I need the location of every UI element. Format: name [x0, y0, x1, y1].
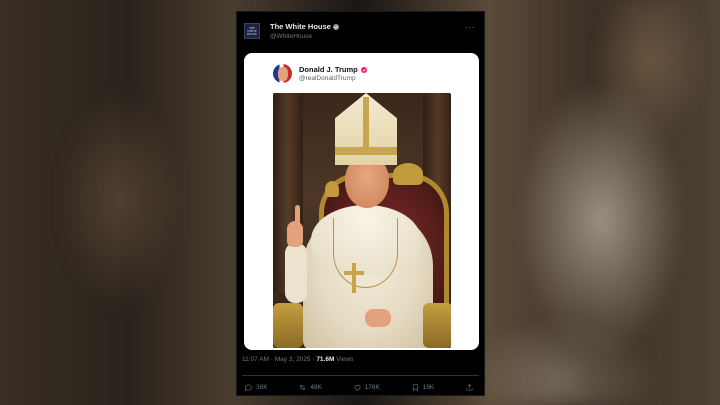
quoted-post-card[interactable]: Donald J. Trump @realDonaldTrump — [244, 53, 479, 350]
author-name[interactable]: The White House — [270, 22, 331, 31]
like-button[interactable]: 178K — [353, 383, 380, 392]
heart-icon — [354, 385, 361, 391]
divider — [242, 375, 479, 376]
bookmark-count: 19K — [422, 384, 435, 391]
like-count: 178K — [364, 384, 380, 391]
bookmark-icon — [412, 384, 418, 392]
views-count: 71.6M — [316, 356, 335, 363]
quoted-author-name-row: Donald J. Trump — [299, 65, 368, 74]
author-handle[interactable]: @WhiteHouse — [270, 33, 339, 40]
white-house-avatar[interactable]: THE WHITE HOUSE — [244, 23, 260, 39]
reply-button[interactable]: 38K — [244, 383, 268, 392]
repost-button[interactable]: 48K — [298, 383, 322, 392]
bookmark-button[interactable]: 19K — [411, 383, 435, 392]
repost-icon — [300, 384, 306, 391]
repost-count: 48K — [310, 384, 322, 391]
verified-badge-icon — [332, 23, 339, 30]
post-screenshot: THE WHITE HOUSE The White House @WhiteHo… — [236, 11, 485, 396]
quoted-author-name[interactable]: Donald J. Trump — [299, 65, 358, 74]
post-image[interactable] — [273, 93, 451, 348]
verified-badge-icon — [361, 66, 368, 73]
avatar-logo-text: THE WHITE HOUSE — [246, 25, 257, 36]
trump-avatar[interactable] — [273, 64, 292, 83]
post-header: THE WHITE HOUSE The White House @WhiteHo… — [244, 22, 339, 40]
share-icon — [466, 384, 473, 391]
views-label: Views — [334, 356, 354, 363]
more-options-icon[interactable]: ··· — [465, 22, 476, 32]
action-bar: 38K 48K 178K 19K — [244, 383, 477, 392]
reply-icon — [245, 384, 252, 392]
quoted-author-handle[interactable]: @realDonaldTrump — [299, 75, 356, 82]
post-time[interactable]: 11:07 AM · May 3, 2025 · — [242, 356, 316, 363]
post-timestamp: 11:07 AM · May 3, 2025 · 71.6M Views — [242, 356, 353, 363]
reply-count: 38K — [256, 384, 268, 391]
share-button[interactable] — [465, 383, 477, 392]
